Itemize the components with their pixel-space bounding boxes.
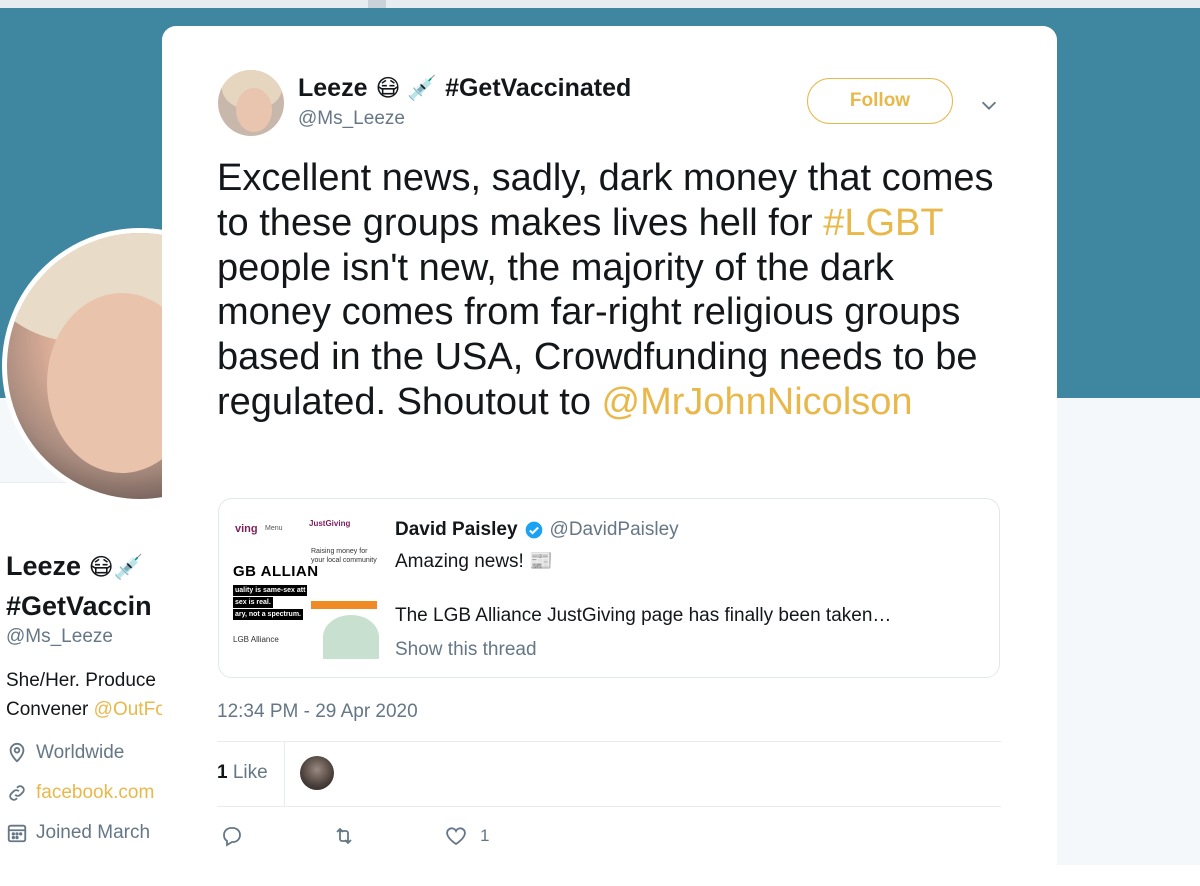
- calendar-icon: [7, 824, 27, 843]
- tweet-modal: Leeze 😷 💉 #GetVaccinated @Ms_Leeze Follo…: [162, 26, 1057, 886]
- author-avatar[interactable]: [218, 70, 284, 136]
- quoted-tweet[interactable]: ving Menu JustGiving Raising money for y…: [218, 498, 1000, 678]
- like-count: 1: [480, 826, 490, 845]
- tweet-timestamp[interactable]: 12:34 PM - 29 Apr 2020: [217, 701, 418, 723]
- profile-bio-line: She/Her. Produce: [6, 670, 156, 691]
- mention-link[interactable]: @MrJohnNicolson: [602, 381, 913, 423]
- profile-handle: @Ms_Leeze: [6, 626, 113, 647]
- divider: [217, 741, 1001, 742]
- quoted-tweet-text: Amazing news! 📰: [395, 551, 553, 572]
- bio-mention-link[interactable]: @OutFo: [94, 699, 166, 720]
- author-display-name[interactable]: Leeze 😷 💉 #GetVaccinated: [298, 74, 631, 103]
- chevron-down-icon[interactable]: [978, 94, 1000, 116]
- link-icon: [9, 785, 25, 801]
- profile-name-emoji: 😷💉: [88, 554, 144, 581]
- quoted-author-handle: @DavidPaisley: [549, 519, 679, 540]
- top-navigation-bar: [0, 0, 1200, 8]
- profile-bio-line: Convener @OutFo: [6, 699, 166, 720]
- liker-avatar[interactable]: [300, 756, 334, 790]
- quoted-author-name: David Paisley @DavidPaisley: [395, 519, 679, 540]
- author-name-emoji: 😷 💉: [375, 75, 438, 102]
- show-thread-link[interactable]: Show this thread: [395, 639, 537, 661]
- retweet-button[interactable]: [332, 824, 356, 848]
- location-icon: [9, 742, 25, 763]
- likes-count[interactable]: 1 Like: [217, 762, 268, 784]
- profile-joined: Joined March: [6, 822, 150, 844]
- verified-badge-icon: [525, 521, 542, 539]
- profile-name-hashtag: #GetVaccin: [6, 591, 152, 621]
- right-column: [1056, 398, 1200, 865]
- like-button[interactable]: 1: [444, 824, 489, 848]
- reply-icon: [223, 827, 241, 847]
- profile-name: Leeze 😷💉: [6, 551, 144, 581]
- reply-button[interactable]: [220, 824, 244, 848]
- divider: [217, 806, 1001, 807]
- hashtag-link[interactable]: #LGBT: [823, 202, 943, 244]
- divider: [284, 742, 285, 806]
- tweet-text: Excellent news, sadly, dark money that c…: [217, 157, 994, 423]
- retweet-icon: [336, 827, 352, 845]
- quoted-tweet-thumbnail[interactable]: ving Menu JustGiving Raising money for y…: [229, 513, 381, 659]
- heart-icon: [446, 827, 466, 846]
- author-handle[interactable]: @Ms_Leeze: [298, 108, 405, 130]
- quoted-tweet-text: The LGB Alliance JustGiving page has fin…: [395, 605, 892, 626]
- profile-website[interactable]: facebook.com: [6, 782, 154, 804]
- follow-button[interactable]: Follow: [807, 78, 953, 124]
- profile-location: Worldwide: [6, 742, 124, 764]
